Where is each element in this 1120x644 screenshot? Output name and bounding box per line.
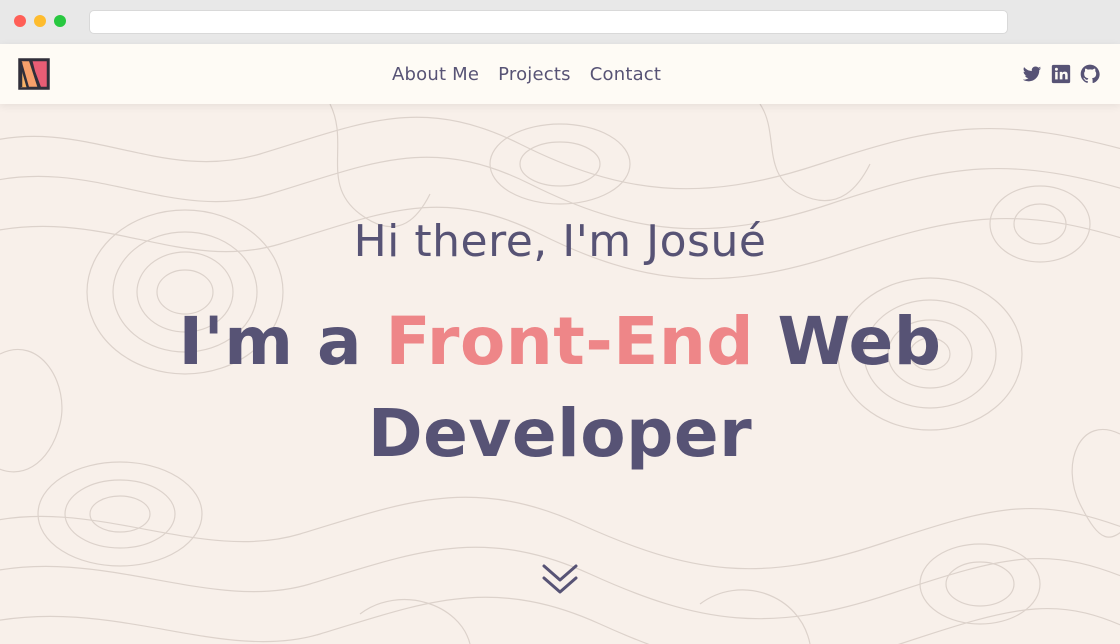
hero-headline: I'm a Front-End Web Developer (0, 296, 1120, 480)
linkedin-icon[interactable] (1051, 64, 1071, 84)
headline-accent: Front-End (385, 303, 755, 380)
browser-chrome (0, 0, 1120, 44)
hero-section: Hi there, I'm Josué I'm a Front-End Web … (0, 104, 1120, 644)
close-window-button[interactable] (14, 15, 26, 27)
social-links (1022, 64, 1100, 84)
hero-greeting: Hi there, I'm Josué (353, 216, 767, 267)
github-icon[interactable] (1080, 64, 1100, 84)
headline-prefix: I'm a (178, 303, 363, 380)
site-logo[interactable] (18, 58, 50, 90)
double-chevron-down-icon (542, 564, 578, 594)
main-nav: About Me Projects Contact (392, 62, 661, 86)
maximize-window-button[interactable] (54, 15, 66, 27)
nav-link-contact[interactable]: Contact (590, 64, 661, 85)
m-logo-icon (18, 58, 50, 90)
nav-link-about-me[interactable]: About Me (392, 64, 479, 85)
site-header: About Me Projects Contact (0, 44, 1120, 104)
address-bar[interactable] (89, 10, 1008, 34)
twitter-icon[interactable] (1022, 64, 1042, 84)
minimize-window-button[interactable] (34, 15, 46, 27)
nav-link-projects[interactable]: Projects (498, 64, 571, 85)
scroll-down-button[interactable] (541, 562, 579, 598)
